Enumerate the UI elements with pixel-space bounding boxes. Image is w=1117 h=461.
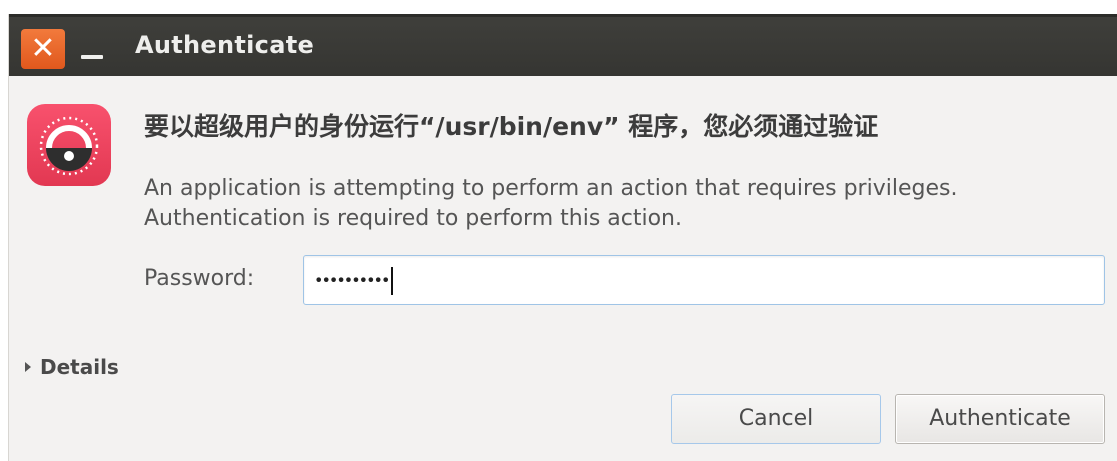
dialog-description: An application is attempting to perform … <box>144 174 957 234</box>
screen: ✕ Authenticate 要以超级用户的身份运行“/usr/bin/env”… <box>0 0 1117 461</box>
lock-icon-graphic <box>39 116 99 176</box>
close-icon: ✕ <box>30 31 56 66</box>
title-bar[interactable]: ✕ Authenticate <box>9 14 1117 76</box>
password-field[interactable]: •••••••••• <box>303 255 1105 305</box>
lock-icon <box>27 104 111 186</box>
description-line-1: An application is attempting to perform … <box>144 176 958 201</box>
text-cursor <box>391 266 394 295</box>
details-expander[interactable]: Details <box>25 355 119 379</box>
cancel-button[interactable]: Cancel <box>671 394 881 444</box>
disclosure-triangle-icon <box>25 361 31 372</box>
close-button[interactable]: ✕ <box>21 29 65 69</box>
minimize-button[interactable] <box>71 29 115 69</box>
details-label: Details <box>40 355 119 379</box>
password-label: Password: <box>144 266 255 291</box>
description-line-2: Authentication is required to perform th… <box>144 206 682 231</box>
authenticate-button[interactable]: Authenticate <box>895 394 1105 444</box>
authenticate-dialog: ✕ Authenticate 要以超级用户的身份运行“/usr/bin/env”… <box>8 14 1117 461</box>
password-mask: •••••••••• <box>314 270 390 290</box>
window-title: Authenticate <box>135 31 315 59</box>
dialog-heading: 要以超级用户的身份运行“/usr/bin/env” 程序，您必须通过验证 <box>144 112 879 141</box>
